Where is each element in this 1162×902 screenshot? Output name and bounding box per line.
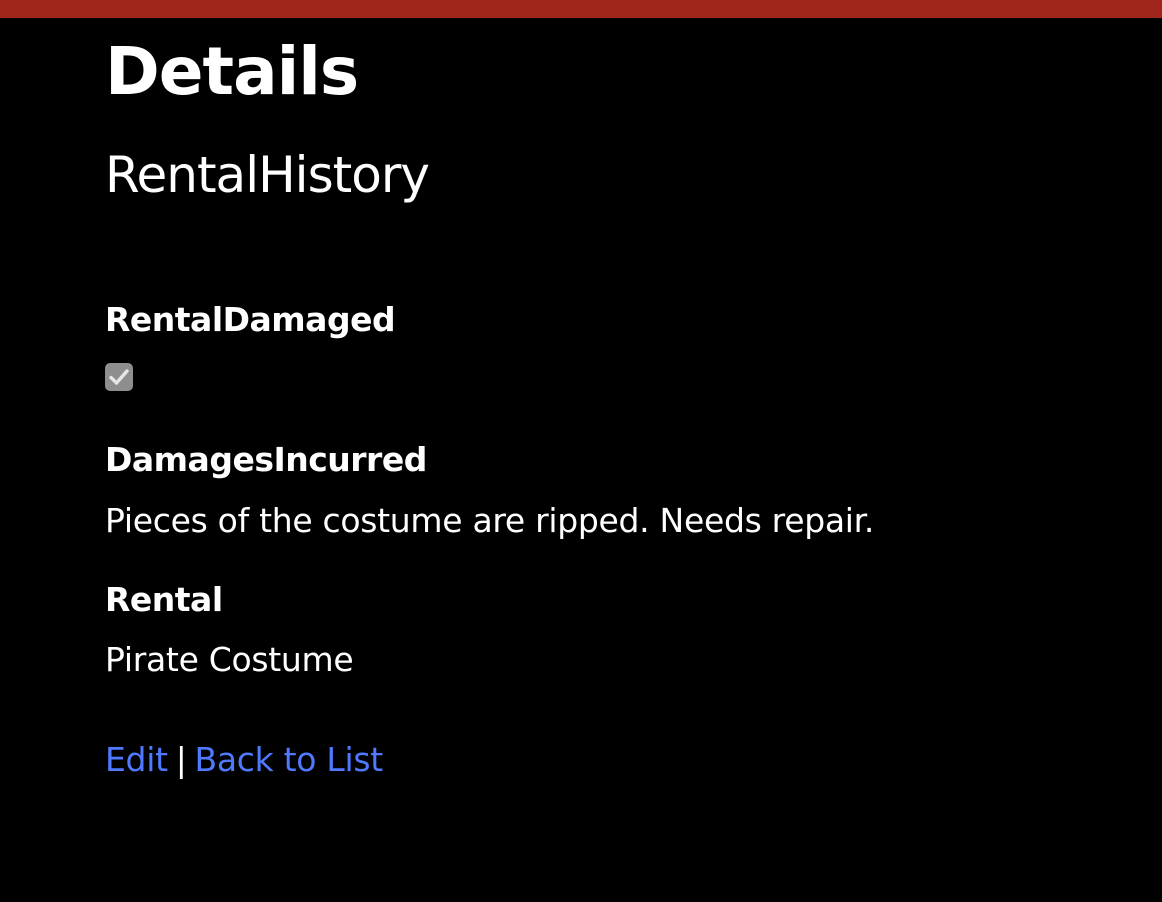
rental-value: Pirate Costume xyxy=(105,640,354,679)
damages-incurred-label: DamagesIncurred xyxy=(105,440,427,479)
top-accent-bar xyxy=(0,0,1162,18)
page-title: Details xyxy=(105,33,359,110)
action-links: Edit | Back to List xyxy=(105,738,383,782)
check-icon xyxy=(109,369,129,385)
rental-damaged-checkbox xyxy=(105,363,133,391)
edit-link[interactable]: Edit xyxy=(105,740,168,779)
damages-incurred-value: Pieces of the costume are ripped. Needs … xyxy=(105,501,875,540)
entity-title: RentalHistory xyxy=(105,146,430,204)
link-separator: | xyxy=(175,740,187,779)
rental-label: Rental xyxy=(105,580,223,619)
back-to-list-link[interactable]: Back to List xyxy=(195,740,384,779)
rental-damaged-label: RentalDamaged xyxy=(105,300,396,339)
